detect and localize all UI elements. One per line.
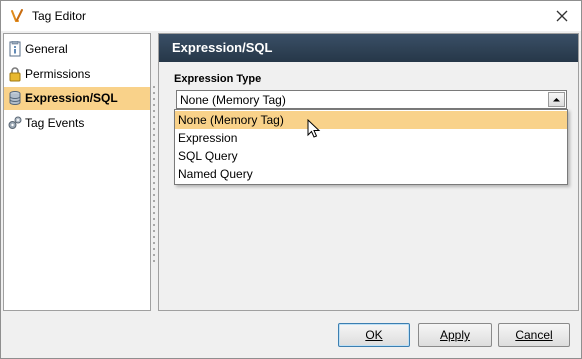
nav-label-permissions: Permissions: [25, 67, 91, 81]
nav-item-general[interactable]: General: [4, 38, 150, 61]
tag-editor-window: Tag Editor General Permissions Expressio…: [0, 0, 582, 359]
apply-button-label: Apply: [439, 328, 471, 342]
splitter-grip: [153, 116, 155, 118]
info-document-icon: [9, 41, 21, 57]
splitter-grip: [153, 260, 155, 262]
splitter-grip: [153, 248, 155, 250]
splitter-grip: [153, 236, 155, 238]
splitter-grip: [153, 188, 155, 190]
splitter-grip: [153, 224, 155, 226]
database-icon: [9, 91, 21, 105]
dropdown-option[interactable]: SQL Query: [175, 147, 567, 165]
splitter-grip: [153, 158, 155, 160]
close-icon[interactable]: [553, 7, 571, 25]
nav-label-tag-events: Tag Events: [25, 116, 85, 130]
splitter-grip: [153, 104, 155, 106]
mouse-cursor-icon: [307, 119, 321, 138]
tag-editor-icon: [11, 9, 23, 22]
splitter-grip: [153, 206, 155, 208]
nav-item-permissions[interactable]: Permissions: [4, 63, 150, 86]
expression-type-dropdown-list: None (Memory Tag) Expression SQL Query N…: [174, 109, 568, 185]
nav-item-tag-events[interactable]: Tag Events: [4, 112, 150, 135]
title-bar: Tag Editor: [1, 1, 581, 31]
dropdown-option-label: Expression: [178, 131, 238, 145]
splitter-grip: [153, 200, 155, 202]
dropdown-option-label: None (Memory Tag): [178, 113, 284, 127]
splitter-grip: [153, 122, 155, 124]
splitter-grip: [153, 140, 155, 142]
dropdown-option[interactable]: Expression: [175, 129, 567, 147]
panel-title: Expression/SQL: [172, 40, 273, 55]
splitter-grip: [153, 176, 155, 178]
expression-type-label: Expression Type: [174, 73, 262, 85]
splitter-grip: [153, 110, 155, 112]
dropdown-toggle-button[interactable]: [548, 92, 565, 107]
category-list: General Permissions Expression/SQL Tag E…: [3, 33, 151, 311]
chevron-up-icon: [553, 98, 560, 102]
apply-button[interactable]: Apply: [418, 323, 492, 347]
lock-icon: [9, 67, 21, 82]
expression-type-select[interactable]: None (Memory Tag): [176, 90, 567, 109]
dialog-content: General Permissions Expression/SQL Tag E…: [1, 31, 581, 358]
splitter-grip: [153, 254, 155, 256]
splitter-grip: [153, 134, 155, 136]
splitter-grip: [153, 98, 155, 100]
splitter-grip: [153, 86, 155, 88]
nav-label-general: General: [25, 42, 68, 56]
dropdown-option-label: Named Query: [178, 167, 253, 181]
splitter-grip: [153, 164, 155, 166]
dropdown-option-label: SQL Query: [178, 149, 238, 163]
splitter-grip: [153, 230, 155, 232]
panel-splitter[interactable]: [152, 86, 156, 266]
splitter-grip: [153, 128, 155, 130]
splitter-grip: [153, 146, 155, 148]
ok-button-label: OK: [365, 328, 383, 342]
splitter-grip: [153, 92, 155, 94]
nav-item-expression-sql[interactable]: Expression/SQL: [4, 87, 150, 110]
splitter-grip: [153, 212, 155, 214]
panel-header: Expression/SQL: [159, 34, 578, 62]
window-title: Tag Editor: [32, 9, 87, 23]
splitter-grip: [153, 218, 155, 220]
ok-button[interactable]: OK: [338, 323, 410, 347]
gears-icon: [8, 116, 22, 129]
expression-type-value: None (Memory Tag): [180, 93, 286, 107]
splitter-grip: [153, 182, 155, 184]
splitter-grip: [153, 194, 155, 196]
dropdown-option[interactable]: None (Memory Tag): [175, 111, 567, 129]
cancel-button-label: Cancel: [515, 328, 553, 342]
splitter-grip: [153, 242, 155, 244]
cancel-button[interactable]: Cancel: [498, 323, 570, 347]
splitter-grip: [153, 170, 155, 172]
splitter-grip: [153, 152, 155, 154]
nav-label-expression-sql: Expression/SQL: [25, 91, 118, 105]
dropdown-option[interactable]: Named Query: [175, 165, 567, 183]
